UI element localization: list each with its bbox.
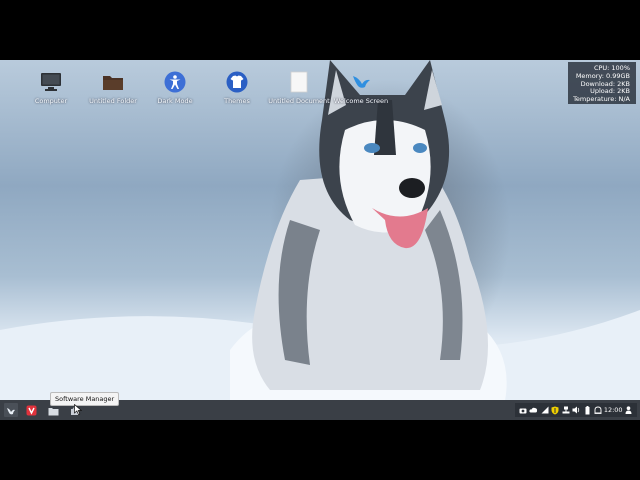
desktop-icon-label: Dark Mode — [157, 97, 193, 105]
battery-icon[interactable] — [583, 405, 592, 415]
desktop-icon-untitled-document[interactable]: Untitled Document — [268, 70, 330, 105]
desktop-icon-welcome-screen[interactable]: Welcome Screen — [330, 70, 392, 105]
desktop-icon-themes[interactable]: Themes — [206, 70, 268, 105]
shield-icon[interactable] — [551, 406, 560, 415]
desktop-wallpaper: Computer Untitled Folder Dark Mode Theme… — [0, 60, 640, 420]
bird-icon — [349, 70, 373, 94]
menu-button[interactable] — [4, 403, 18, 417]
bird-icon — [6, 401, 16, 420]
temperature-readout: Temperature: N/A — [573, 95, 630, 104]
accessibility-icon — [163, 70, 187, 94]
desktop-icon-label: Untitled Folder — [89, 97, 137, 105]
desktop-icon-label: Welcome Screen — [333, 97, 389, 105]
desktop-icon-label: Computer — [34, 97, 68, 105]
network-icon[interactable] — [540, 406, 549, 415]
desktop-icon-dark-mode[interactable]: Dark Mode — [144, 70, 206, 105]
desktop-icons: Computer Untitled Folder Dark Mode Theme… — [20, 70, 392, 105]
clock[interactable]: 12:00 — [604, 406, 623, 415]
desktop-icon-label: Untitled Document — [268, 97, 330, 105]
tshirt-icon — [225, 70, 249, 94]
document-icon — [287, 70, 311, 94]
desktop-icon-computer[interactable]: Computer — [20, 70, 82, 105]
camera-icon[interactable] — [519, 406, 528, 415]
vivaldi-launcher[interactable] — [24, 403, 38, 417]
folder-icon — [101, 70, 125, 94]
software-manager-tooltip: Software Manager — [50, 392, 120, 406]
ethernet-icon[interactable] — [561, 406, 570, 415]
system-tray: 12:00 — [515, 403, 637, 417]
desktop-icon-label: Themes — [224, 97, 250, 105]
user-icon[interactable] — [624, 406, 633, 415]
husky-wallpaper-image — [0, 60, 640, 420]
volume-icon[interactable] — [572, 406, 581, 415]
cloud-icon[interactable] — [529, 406, 538, 415]
system-monitor-widget: CPU: 100% Memory: 0.99GB Download: 2KB U… — [568, 62, 636, 104]
desktop-icon-untitled-folder[interactable]: Untitled Folder — [82, 70, 144, 105]
bell-icon[interactable] — [593, 406, 602, 415]
monitor-icon — [39, 70, 63, 94]
mouse-cursor-icon — [74, 404, 82, 415]
vivaldi-icon — [26, 401, 37, 420]
